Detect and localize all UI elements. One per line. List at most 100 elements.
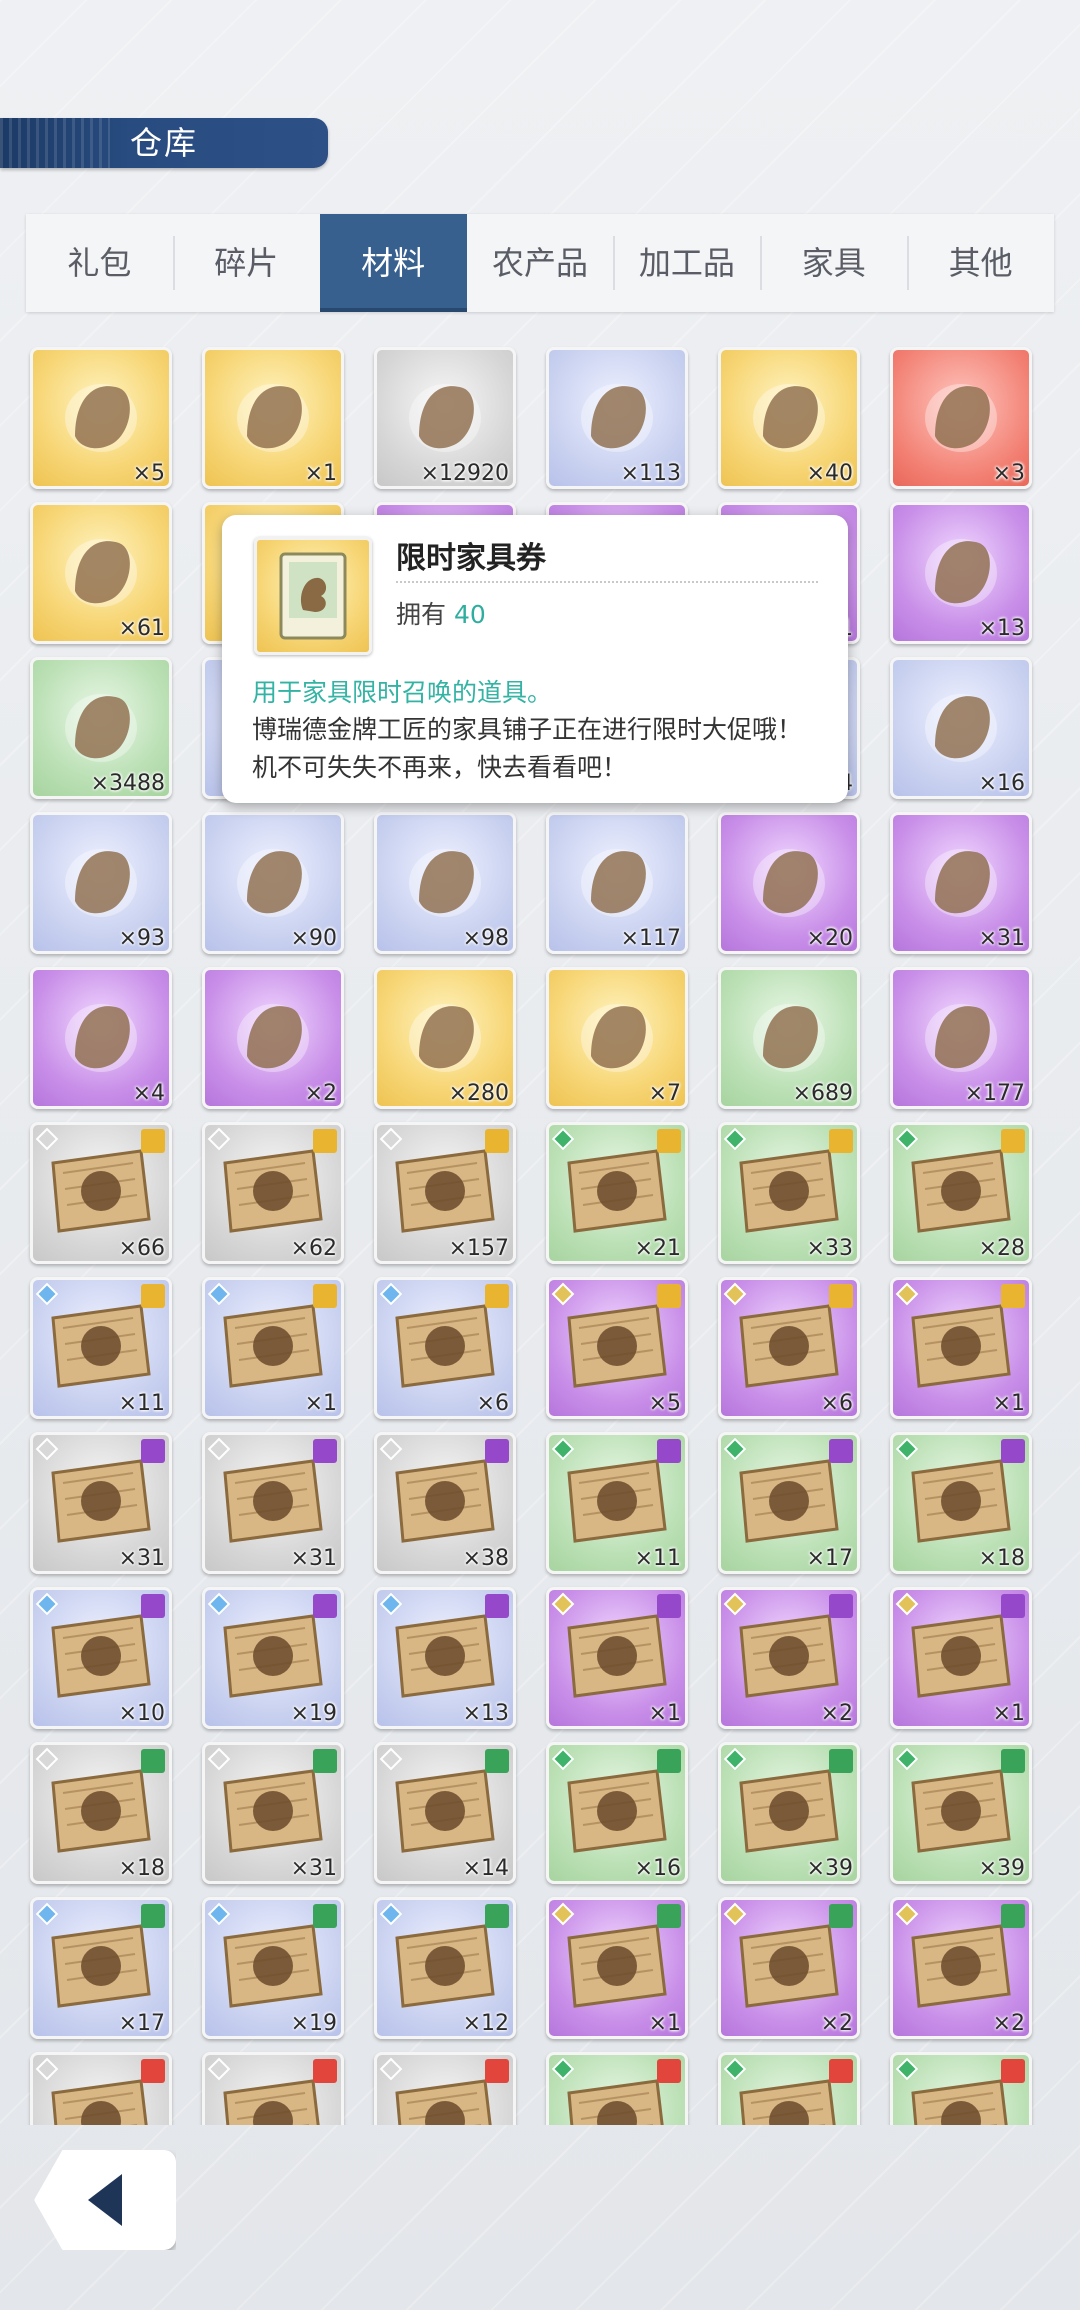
- item-slot[interactable]: ×14: [374, 1742, 516, 1884]
- item-slot[interactable]: ×5: [30, 347, 172, 489]
- tab-fragment[interactable]: 碎片: [172, 214, 320, 312]
- item-slot[interactable]: ×1: [202, 347, 344, 489]
- item-count: ×5: [648, 1391, 681, 1416]
- item-slot[interactable]: ×6: [374, 1277, 516, 1419]
- item-count: ×689: [792, 1081, 853, 1106]
- ore-rock-icon: [45, 823, 157, 935]
- item-slot[interactable]: ×689: [718, 967, 860, 1109]
- element-badge-icon: [829, 1439, 853, 1463]
- tab-furniture[interactable]: 家具: [760, 214, 907, 312]
- item-slot[interactable]: ×157: [374, 1122, 516, 1264]
- item-slot[interactable]: ×16: [890, 657, 1032, 799]
- item-count: ×33: [806, 1236, 853, 1261]
- item-slot[interactable]: ×31: [202, 1432, 344, 1574]
- item-slot[interactable]: [546, 2052, 688, 2125]
- item-slot[interactable]: ×7: [546, 967, 688, 1109]
- item-slot[interactable]: ×90: [202, 812, 344, 954]
- element-badge-icon: [485, 1594, 509, 1618]
- medal-icon: [389, 358, 501, 470]
- tab-other[interactable]: 其他: [907, 214, 1054, 312]
- item-slot[interactable]: ×13: [374, 1587, 516, 1729]
- item-count: ×1: [304, 461, 337, 486]
- item-slot[interactable]: ×177: [890, 967, 1032, 1109]
- tooltip-owned-count: 40: [453, 600, 486, 629]
- item-slot[interactable]: ×17: [718, 1432, 860, 1574]
- item-slot[interactable]: ×2: [202, 967, 344, 1109]
- item-slot[interactable]: ×3488: [30, 657, 172, 799]
- item-slot[interactable]: ×18: [890, 1432, 1032, 1574]
- tooltip-owned-label: 拥有: [396, 600, 447, 629]
- item-count: ×11: [118, 1391, 165, 1416]
- item-slot[interactable]: ×40: [718, 347, 860, 489]
- item-count: ×16: [634, 1856, 681, 1881]
- item-slot[interactable]: ×39: [718, 1742, 860, 1884]
- item-slot[interactable]: ×2: [718, 1897, 860, 2039]
- tab-material[interactable]: 材料: [319, 214, 467, 312]
- item-slot[interactable]: ×33: [718, 1122, 860, 1264]
- item-slot[interactable]: [202, 2052, 344, 2125]
- item-slot[interactable]: ×38: [374, 1432, 516, 1574]
- item-slot[interactable]: ×13: [890, 502, 1032, 644]
- ticket-icon: [45, 358, 157, 470]
- item-slot[interactable]: [30, 2052, 172, 2125]
- element-badge-icon: [1001, 1439, 1025, 1463]
- item-slot[interactable]: [890, 2052, 1032, 2125]
- item-slot[interactable]: ×39: [890, 1742, 1032, 1884]
- item-slot[interactable]: ×66: [30, 1122, 172, 1264]
- item-slot[interactable]: [718, 2052, 860, 2125]
- item-count: ×93: [118, 926, 165, 951]
- item-slot[interactable]: ×62: [202, 1122, 344, 1264]
- item-slot[interactable]: ×61: [30, 502, 172, 644]
- item-slot[interactable]: ×98: [374, 812, 516, 954]
- item-slot[interactable]: ×5: [546, 1277, 688, 1419]
- item-slot[interactable]: ×2: [718, 1587, 860, 1729]
- element-badge-icon: [313, 1904, 337, 1928]
- item-slot[interactable]: ×3: [890, 347, 1032, 489]
- item-count: ×5: [132, 461, 165, 486]
- tab-gift[interactable]: 礼包: [26, 214, 173, 312]
- item-slot[interactable]: ×1: [546, 1587, 688, 1729]
- item-slot[interactable]: ×31: [890, 812, 1032, 954]
- item-slot[interactable]: ×10: [30, 1587, 172, 1729]
- back-button[interactable]: [34, 2150, 176, 2250]
- item-slot[interactable]: ×6: [718, 1277, 860, 1419]
- tab-processed[interactable]: 加工品: [613, 214, 760, 312]
- item-slot[interactable]: ×16: [546, 1742, 688, 1884]
- item-slot[interactable]: ×31: [30, 1432, 172, 1574]
- item-count: ×4: [132, 1081, 165, 1106]
- item-slot[interactable]: ×31: [202, 1742, 344, 1884]
- item-slot[interactable]: ×12: [374, 1897, 516, 2039]
- item-count: ×12920: [420, 461, 509, 486]
- item-slot[interactable]: ×19: [202, 1587, 344, 1729]
- item-slot[interactable]: ×280: [374, 967, 516, 1109]
- house-map-icon: [561, 978, 673, 1090]
- item-slot[interactable]: ×1: [890, 1277, 1032, 1419]
- item-slot[interactable]: ×12920: [374, 347, 516, 489]
- item-slot[interactable]: ×21: [546, 1122, 688, 1264]
- element-badge-icon: [657, 1439, 681, 1463]
- item-slot[interactable]: ×11: [546, 1432, 688, 1574]
- item-count: ×1: [992, 1391, 1025, 1416]
- item-count: ×19: [290, 2011, 337, 2036]
- item-slot[interactable]: ×1: [202, 1277, 344, 1419]
- item-slot[interactable]: ×18: [30, 1742, 172, 1884]
- item-slot[interactable]: ×117: [546, 812, 688, 954]
- tab-produce[interactable]: 农产品: [467, 214, 614, 312]
- leaf-pearl-icon: [45, 978, 157, 1090]
- item-slot[interactable]: ×93: [30, 812, 172, 954]
- item-slot[interactable]: ×28: [890, 1122, 1032, 1264]
- item-slot[interactable]: ×113: [546, 347, 688, 489]
- element-badge-icon: [141, 2059, 165, 2083]
- item-slot[interactable]: ×17: [30, 1897, 172, 2039]
- item-slot[interactable]: [374, 2052, 516, 2125]
- item-slot[interactable]: ×4: [30, 967, 172, 1109]
- item-count: ×38: [462, 1546, 509, 1571]
- item-slot[interactable]: ×2: [890, 1897, 1032, 2039]
- item-count: ×2: [992, 2011, 1025, 2036]
- item-slot[interactable]: ×11: [30, 1277, 172, 1419]
- item-slot[interactable]: ×1: [546, 1897, 688, 2039]
- item-slot[interactable]: ×1: [890, 1587, 1032, 1729]
- item-slot[interactable]: ×19: [202, 1897, 344, 2039]
- item-slot[interactable]: ×20: [718, 812, 860, 954]
- element-badge-icon: [141, 1749, 165, 1773]
